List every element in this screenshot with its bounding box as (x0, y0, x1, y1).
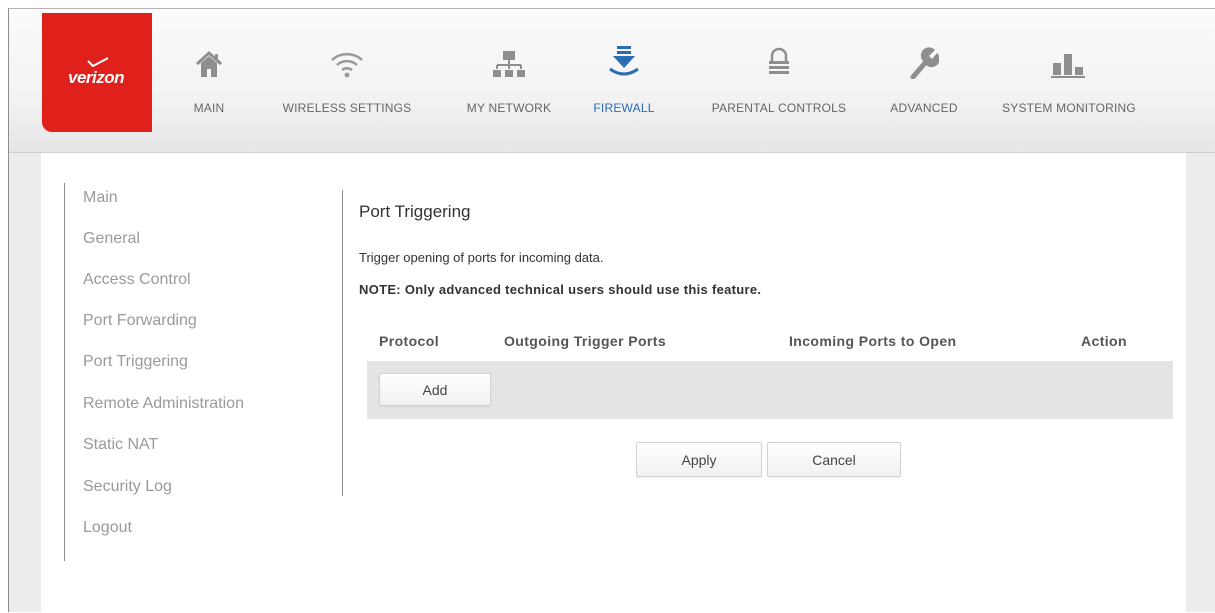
sidebar: Main General Access Control Port Forward… (64, 183, 305, 561)
wifi-icon (277, 35, 417, 79)
firewall-icon (584, 35, 664, 79)
sidebar-item-static-nat[interactable]: Static NAT (83, 436, 158, 454)
nav-system-monitoring[interactable]: SYSTEM MONITORING (994, 35, 1144, 115)
nav-label: WIRELESS SETTINGS (282, 101, 412, 115)
wrench-icon (879, 35, 969, 79)
sidebar-item-security-log[interactable]: Security Log (83, 478, 172, 496)
bar-chart-icon (994, 35, 1144, 79)
sidebar-item-main[interactable]: Main (83, 189, 118, 207)
sidebar-item-port-forwarding[interactable]: Port Forwarding (83, 312, 197, 330)
network-icon (459, 35, 559, 79)
nav-my-network[interactable]: MY NETWORK (459, 35, 559, 115)
logo-check-icon (87, 57, 109, 67)
column-header-outgoing-trigger-ports: Outgoing Trigger Ports (504, 333, 667, 349)
page-title: Port Triggering (359, 202, 471, 221)
router-admin-window: verizon MAIN WIRELESS SETTINGS MY NETWOR… (8, 8, 1215, 613)
sidebar-item-remote-administration[interactable]: Remote Administration (83, 395, 244, 413)
sidebar-item-logout[interactable]: Logout (83, 519, 132, 537)
nav-label: MAIN (193, 101, 225, 115)
nav-label: MY NETWORK (466, 101, 552, 115)
home-icon (179, 35, 239, 79)
nav-label: ADVANCED (890, 101, 958, 115)
sidebar-item-access-control[interactable]: Access Control (83, 271, 191, 289)
column-header-protocol: Protocol (379, 333, 439, 349)
logo-text: verizon (68, 68, 125, 87)
nav-wireless-settings[interactable]: WIRELESS SETTINGS (277, 35, 417, 115)
nav-parental-controls[interactable]: PARENTAL CONTROLS (699, 35, 859, 115)
add-rule-button[interactable]: Add (379, 373, 491, 406)
nav-label: FIREWALL (593, 101, 655, 115)
nav-label: PARENTAL CONTROLS (711, 101, 847, 115)
content-panel: Main General Access Control Port Forward… (41, 153, 1186, 613)
top-navigation-bar: verizon MAIN WIRELESS SETTINGS MY NETWOR… (9, 9, 1215, 153)
sidebar-item-port-triggering[interactable]: Port Triggering (83, 353, 188, 371)
page-description: Trigger opening of ports for incoming da… (359, 250, 604, 265)
nav-main[interactable]: MAIN (179, 35, 239, 115)
apply-button[interactable]: Apply (636, 442, 762, 477)
vertical-divider (342, 190, 343, 496)
sidebar-item-general[interactable]: General (83, 230, 140, 248)
nav-firewall[interactable]: FIREWALL (584, 35, 664, 115)
lock-icon (699, 35, 859, 79)
verizon-logo[interactable]: verizon (42, 13, 152, 132)
column-header-incoming-ports: Incoming Ports to Open (789, 333, 957, 349)
nav-advanced[interactable]: ADVANCED (879, 35, 969, 115)
warning-note: NOTE: Only advanced technical users shou… (359, 282, 762, 297)
column-header-action: Action (1081, 333, 1127, 349)
cancel-button[interactable]: Cancel (767, 442, 901, 477)
nav-label: SYSTEM MONITORING (1002, 101, 1136, 115)
port-trigger-table-body: Add (367, 361, 1173, 419)
